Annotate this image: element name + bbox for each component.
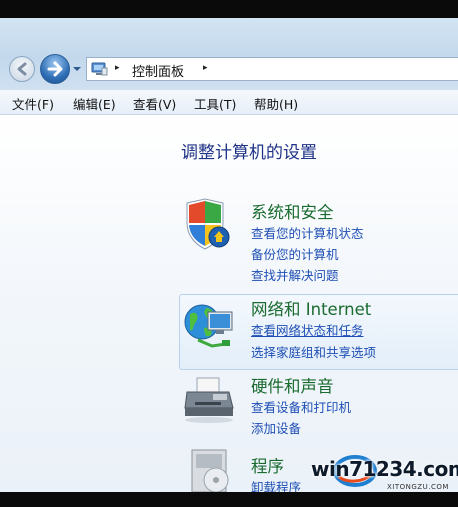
site-watermark: win71234.com XITONGZU.COM [303, 455, 458, 507]
page-title: 调整计算机的设置 [181, 143, 317, 163]
link-devices-printers[interactable]: 查看设备和打印机 [251, 397, 351, 416]
category-title-programs[interactable]: 程序 [251, 453, 284, 477]
link-view-network-status[interactable]: 查看网络状态和任务 [251, 320, 364, 339]
menu-tools[interactable]: 工具(T) [194, 94, 236, 113]
category-title-hardware-sound[interactable]: 硬件和声音 [251, 373, 334, 397]
watermark-text: win71234.com [311, 457, 458, 481]
category-title-network-internet[interactable]: 网络和 Internet [251, 296, 371, 320]
address-separator[interactable]: ▸ [115, 63, 120, 73]
menu-view[interactable]: 查看(V) [133, 94, 176, 113]
breadcrumb-control-panel[interactable]: 控制面板 [132, 61, 184, 80]
watermark-subtext: XITONGZU.COM [387, 483, 449, 491]
network-globe-icon [184, 304, 233, 348]
shield-icon [186, 198, 230, 250]
category-title-system-security[interactable]: 系统和安全 [251, 199, 334, 223]
forward-arrow-icon [47, 61, 63, 77]
menu-edit[interactable]: 编辑(E) [73, 94, 116, 113]
link-troubleshoot[interactable]: 查找并解决问题 [251, 265, 339, 284]
control-panel-icon [91, 62, 108, 76]
address-bar[interactable]: ▸ 控制面板 ▸ [86, 57, 458, 81]
menu-help[interactable]: 帮助(H) [254, 94, 298, 113]
menu-file[interactable]: 文件(F) [12, 94, 54, 113]
recent-pages-chevron-icon[interactable] [72, 64, 82, 74]
link-backup-computer[interactable]: 备份您的计算机 [251, 244, 339, 263]
menu-bar: 文件(F) 编辑(E) 查看(V) 工具(T) 帮助(H) [0, 90, 458, 115]
link-homegroup-sharing[interactable]: 选择家庭组和共享选项 [251, 342, 376, 361]
link-view-computer-status[interactable]: 查看您的计算机状态 [251, 223, 364, 242]
top-black-bar [0, 0, 458, 18]
back-button[interactable] [9, 56, 35, 82]
address-separator[interactable]: ▸ [203, 63, 208, 73]
link-add-device[interactable]: 添加设备 [251, 418, 301, 437]
forward-button[interactable] [40, 54, 70, 84]
back-arrow-icon [17, 62, 27, 76]
programs-icon [191, 449, 229, 492]
printer-icon [184, 377, 234, 423]
